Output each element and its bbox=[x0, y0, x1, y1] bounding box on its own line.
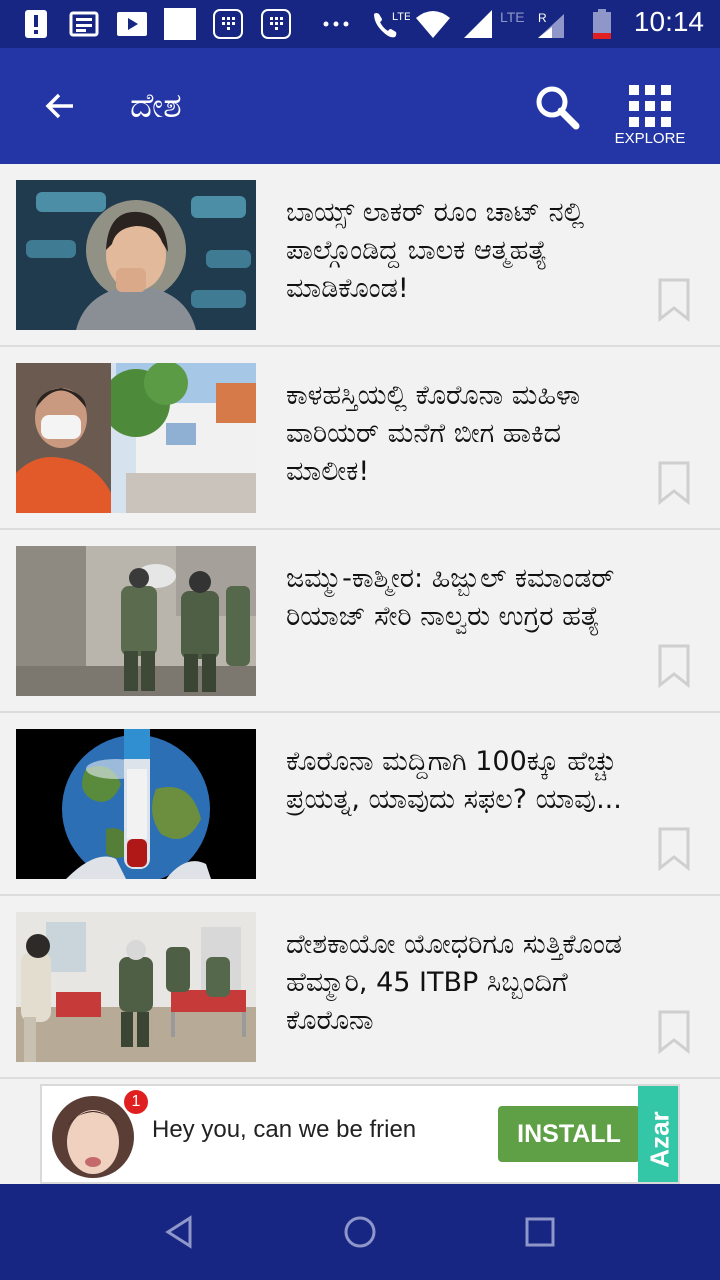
article-card[interactable]: ಜಮ್ಮು-ಕಾಶ್ಮೀರ: ಹಿಜ್ಬುಲ್ ಕಮಾಂಡರ್ ರಿಯಾಜ್ ಸ… bbox=[0, 530, 720, 713]
article-thumbnail bbox=[16, 363, 256, 513]
battery-low-icon bbox=[593, 9, 611, 39]
svg-text:LTE: LTE bbox=[392, 11, 410, 23]
status-bar: LTE LTE R 10:14 bbox=[0, 0, 720, 48]
article-feed: ಬಾಯ್ಸ್ ಲಾಕರ್ ರೂಂ ಚಾಟ್ ನಲ್ಲಿ ಪಾಲ್ಗೊಂಡಿದ್ದ… bbox=[0, 164, 720, 1079]
alert-icon bbox=[25, 10, 47, 38]
article-card[interactable]: ಕಾಳಹಸ್ತಿಯಲ್ಲಿ ಕೊರೊನಾ ಮಹಿಳಾ ವಾರಿಯರ್ ಮನೆಗೆ… bbox=[0, 347, 720, 530]
article-thumbnail bbox=[16, 546, 256, 696]
ad-avatar bbox=[52, 1096, 134, 1178]
explore-button[interactable]: EXPLORE bbox=[608, 78, 692, 158]
ad-notification-badge: 1 bbox=[124, 1090, 148, 1114]
signal-icon bbox=[464, 10, 492, 38]
article-headline: ಜಮ್ಮು-ಕಾಶ್ಮೀರ: ಹಿಜ್ಬುಲ್ ಕಮಾಂಡರ್ ರಿಯಾಜ್ ಸ… bbox=[286, 563, 615, 632]
article-headline: ದೇಶಕಾಯೋ ಯೋಧರಿಗೂ ಸುತ್ತಿಕೊಂಡ ಹೆಮ್ಮಾರಿ, 45 … bbox=[286, 929, 622, 1036]
grid-icon bbox=[629, 85, 671, 127]
article-headline: ಕೊರೊನಾ ಮದ್ದಿಗಾಗಿ 100ಕ್ಕೂ ಹೆಚ್ಚು ಪ್ರಯತ್ನ,… bbox=[286, 746, 622, 815]
article-thumbnail bbox=[16, 912, 256, 1062]
explore-label: EXPLORE bbox=[614, 130, 686, 147]
status-time: 10:14 bbox=[633, 6, 704, 37]
blank-icon bbox=[164, 8, 196, 40]
install-button[interactable]: INSTALL bbox=[498, 1106, 640, 1162]
sim-icon bbox=[213, 9, 243, 39]
article-thumbnail bbox=[16, 729, 256, 879]
nav-back-icon[interactable] bbox=[156, 1208, 204, 1256]
bookmark-icon[interactable] bbox=[656, 827, 692, 871]
article-card[interactable]: ದೇಶಕಾಯೋ ಯೋಧರಿಗೂ ಸುತ್ತಿಕೊಂಡ ಹೆಮ್ಮಾರಿ, 45 … bbox=[0, 896, 720, 1079]
bookmark-icon[interactable] bbox=[656, 461, 692, 505]
nav-home-icon[interactable] bbox=[336, 1208, 384, 1256]
article-card[interactable]: ಬಾಯ್ಸ್ ಲಾಕರ್ ರೂಂ ಚಾಟ್ ನಲ್ಲಿ ಪಾಲ್ಗೊಂಡಿದ್ದ… bbox=[0, 164, 720, 347]
svg-text:R: R bbox=[538, 11, 547, 25]
article-thumbnail bbox=[16, 180, 256, 330]
article-headline: ಕಾಳಹಸ್ತಿಯಲ್ಲಿ ಕೊರೊನಾ ಮಹಿಳಾ ವಾರಿಯರ್ ಮನೆಗೆ… bbox=[286, 380, 581, 487]
back-arrow-icon bbox=[45, 93, 73, 119]
news-icon bbox=[69, 11, 99, 37]
wifi-icon bbox=[416, 11, 450, 38]
article-headline: ಬಾಯ್ಸ್ ಲಾಕರ್ ರೂಂ ಚಾಟ್ ನಲ್ಲಿ ಪಾಲ್ಗೊಂಡಿದ್ದ… bbox=[286, 197, 585, 304]
back-button[interactable] bbox=[30, 78, 90, 134]
bookmark-icon[interactable] bbox=[656, 644, 692, 688]
ad-brand-logo: Azar bbox=[638, 1086, 678, 1182]
ad-brand-label: Azar bbox=[644, 1111, 675, 1168]
search-button[interactable] bbox=[528, 78, 588, 138]
sim-icon bbox=[261, 9, 291, 39]
system-nav-bar bbox=[0, 1184, 720, 1280]
article-card[interactable]: ಕೊರೊನಾ ಮದ್ದಿಗಾಗಿ 100ಕ್ಕೂ ಹೆಚ್ಚು ಪ್ರಯತ್ನ,… bbox=[0, 713, 720, 896]
ad-text: Hey you, can we be frien bbox=[152, 1116, 417, 1143]
page-title: ದೇಶ bbox=[130, 86, 182, 126]
bookmark-icon[interactable] bbox=[656, 278, 692, 322]
signal-roaming-icon: LTE R bbox=[500, 9, 564, 38]
nav-recents-icon[interactable] bbox=[516, 1208, 564, 1256]
bookmark-icon[interactable] bbox=[656, 1010, 692, 1054]
app-bar: ದೇಶ EXPLORE bbox=[0, 48, 720, 164]
ad-banner[interactable]: 1 Hey you, can we be frien INSTALL Azar bbox=[40, 1084, 680, 1184]
more-icon bbox=[323, 21, 349, 27]
search-icon bbox=[536, 86, 580, 130]
svg-text:LTE: LTE bbox=[500, 9, 525, 25]
volte-call-icon: LTE bbox=[374, 11, 410, 38]
video-icon bbox=[117, 12, 147, 36]
